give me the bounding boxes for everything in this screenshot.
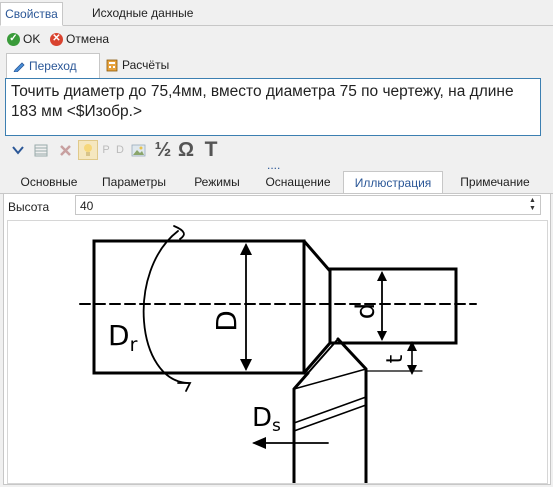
tab-modes[interactable]: Режимы [180, 171, 254, 193]
turning-drawing: Dr D d t Ds [79, 225, 477, 485]
transition-text-editor[interactable]: Точить диаметр до 75,4мм, вместо диаметр… [5, 78, 541, 136]
tab-illustration[interactable]: Иллюстрация [343, 171, 443, 195]
top-tab-bar: Свойства Исходные данные [0, 0, 553, 26]
tab-calculations-label: Расчёты [122, 58, 170, 72]
cancel-button[interactable]: ✕ Отмена [50, 30, 109, 48]
p-icon[interactable]: P [101, 140, 111, 160]
lightbulb-icon[interactable] [78, 140, 98, 160]
tab-source-data[interactable]: Исходные данные [84, 2, 201, 24]
spin-arrows-icon[interactable]: ▲ ▼ [528, 197, 537, 213]
tab-properties[interactable]: Свойства [0, 2, 63, 26]
ok-button[interactable]: ✓ OK [7, 30, 40, 48]
label-D: D [210, 310, 243, 332]
height-value: 40 [80, 199, 94, 213]
sub-tab-bar: Переход Расчёты [0, 52, 553, 78]
tab-transition-label: Переход [29, 59, 77, 73]
label-d: d [351, 303, 381, 320]
tab-equipment[interactable]: Оснащение [258, 171, 338, 193]
label-t: t [383, 354, 408, 363]
pencil-icon [13, 62, 25, 72]
delete-icon[interactable] [57, 140, 73, 160]
illustration-image: Dr D d t Ds [7, 220, 548, 485]
chevron-down-icon[interactable] [10, 140, 26, 160]
editor-scrollbar[interactable] [540, 78, 546, 136]
text-t-icon[interactable]: T [202, 138, 220, 161]
check-icon: ✓ [7, 32, 20, 46]
tab-parameters[interactable]: Параметры [94, 171, 174, 193]
dialog-toolbar: ✓ OK ✕ Отмена [0, 26, 553, 52]
fraction-half-icon[interactable]: ½ [152, 139, 174, 161]
tab-transition[interactable]: Переход [6, 53, 100, 78]
property-tab-bar: Основные Параметры Режимы Оснащение Иллю… [0, 169, 553, 195]
label-Ds: Ds [252, 403, 281, 436]
height-spin-input[interactable]: 40 ▲ ▼ [75, 195, 541, 215]
tab-calculations[interactable]: Расчёты [100, 53, 177, 77]
label-Dr: Dr [108, 319, 138, 356]
cancel-label: Отмена [66, 32, 110, 46]
tab-notes[interactable]: Примечание [452, 171, 538, 193]
height-label: Высота [8, 200, 50, 214]
table-icon[interactable] [33, 140, 49, 160]
omega-icon[interactable]: Ω [176, 139, 196, 161]
image-icon[interactable] [129, 140, 147, 160]
close-icon: ✕ [50, 32, 63, 46]
calculator-icon [106, 59, 118, 71]
d-icon[interactable]: D [115, 140, 125, 160]
tab-basic[interactable]: Основные [9, 171, 89, 193]
ok-label: OK [23, 32, 41, 46]
